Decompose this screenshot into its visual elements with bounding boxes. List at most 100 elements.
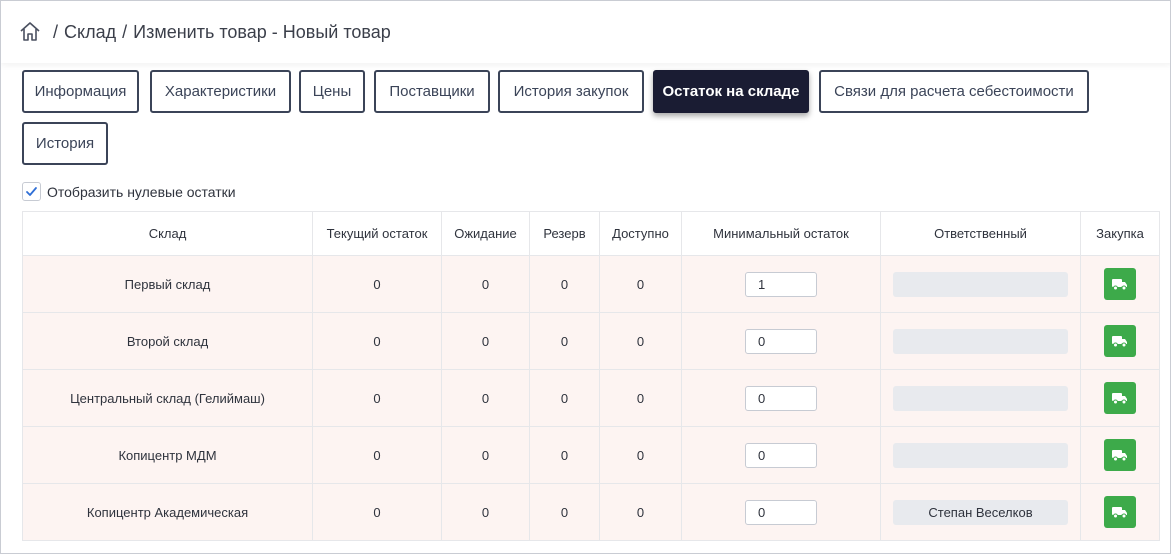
table-row: Центральный склад (Гелиймаш) 0 0 0 0 0	[22, 369, 1160, 427]
min-stock-input[interactable]: 0	[745, 328, 817, 354]
tab-characteristics[interactable]: Характеристики	[150, 70, 291, 113]
cell-min-stock: 0	[681, 483, 881, 541]
cell-waiting: 0	[441, 426, 530, 484]
cell-purchase	[1080, 312, 1160, 370]
truck-icon	[1112, 277, 1128, 291]
cell-reserve: 0	[529, 312, 600, 370]
cell-min-stock: 0	[681, 369, 881, 427]
min-stock-input[interactable]: 1	[745, 271, 817, 297]
cell-current: 0	[312, 312, 442, 370]
cell-warehouse: Копицентр МДМ	[22, 426, 313, 484]
cell-current: 0	[312, 369, 442, 427]
purchase-button[interactable]	[1104, 382, 1136, 414]
check-icon	[26, 187, 37, 196]
cell-available: 0	[599, 426, 682, 484]
truck-icon	[1112, 450, 1127, 462]
cell-responsible	[880, 255, 1081, 313]
truck-icon	[1112, 336, 1127, 348]
show-zero-toggle[interactable]: Отобразить нулевые остатки	[22, 182, 236, 201]
cell-reserve: 0	[529, 426, 600, 484]
min-stock-input[interactable]: 0	[745, 442, 817, 468]
home-icon[interactable]	[19, 20, 41, 42]
cell-waiting: 0	[441, 255, 530, 313]
cell-min-stock: 0	[681, 312, 881, 370]
cell-responsible	[880, 369, 1081, 427]
breadcrumb-item-edit-product: Изменить товар - Новый товар	[133, 21, 391, 42]
cell-responsible: Степан Веселков	[880, 483, 1081, 541]
show-zero-label: Отобразить нулевые остатки	[47, 183, 236, 200]
breadcrumb-separator: /	[122, 21, 128, 42]
col-header-warehouse: Склад	[22, 211, 313, 256]
cell-reserve: 0	[529, 369, 600, 427]
table-header-row: Склад Текущий остаток Ожидание Резерв До…	[22, 211, 1160, 256]
table-row: Первый склад 0 0 0 0 1	[22, 255, 1160, 313]
breadcrumb-separator: /	[53, 21, 59, 42]
cell-purchase	[1080, 483, 1160, 541]
tab-cost-links[interactable]: Связи для расчета себестоимости	[819, 70, 1089, 113]
cell-purchase	[1080, 255, 1160, 313]
show-zero-checkbox[interactable]	[22, 182, 41, 201]
cell-waiting: 0	[441, 369, 530, 427]
truck-icon	[1112, 334, 1128, 348]
tab-history[interactable]: История	[22, 122, 108, 165]
cell-current: 0	[312, 426, 442, 484]
cell-waiting: 0	[441, 483, 530, 541]
cell-purchase	[1080, 369, 1160, 427]
purchase-button[interactable]	[1104, 439, 1136, 471]
tab-stock[interactable]: Остаток на складе	[653, 70, 809, 113]
cell-available: 0	[599, 483, 682, 541]
tab-prices[interactable]: Цены	[299, 70, 365, 113]
responsible-select[interactable]	[893, 328, 1068, 354]
cell-responsible	[880, 312, 1081, 370]
truck-icon	[1112, 393, 1127, 405]
cell-responsible	[880, 426, 1081, 484]
truck-icon	[1112, 505, 1128, 519]
cell-current: 0	[312, 255, 442, 313]
cell-purchase	[1080, 426, 1160, 484]
min-stock-input[interactable]: 0	[745, 385, 817, 411]
truck-icon	[1112, 448, 1128, 462]
cell-min-stock: 1	[681, 255, 881, 313]
cell-warehouse: Копицентр Академическая	[22, 483, 313, 541]
cell-waiting: 0	[441, 312, 530, 370]
col-header-reserve: Резерв	[529, 211, 600, 256]
cell-available: 0	[599, 369, 682, 427]
responsible-select[interactable]: Степан Веселков	[893, 499, 1068, 525]
purchase-button[interactable]	[1104, 496, 1136, 528]
cell-warehouse: Второй склад	[22, 312, 313, 370]
truck-icon	[1112, 391, 1128, 405]
cell-warehouse: Первый склад	[22, 255, 313, 313]
header: / Склад / Изменить товар - Новый товар	[1, 1, 1170, 63]
table-row: Второй склад 0 0 0 0 0	[22, 312, 1160, 370]
col-header-waiting: Ожидание	[441, 211, 530, 256]
app-frame: / Склад / Изменить товар - Новый товар Инфо…	[0, 0, 1171, 554]
responsible-select[interactable]	[893, 385, 1068, 411]
cell-reserve: 0	[529, 255, 600, 313]
responsible-select[interactable]	[893, 271, 1068, 297]
col-header-purchase: Закупка	[1080, 211, 1160, 256]
tab-suppliers[interactable]: Поставщики	[374, 70, 490, 113]
table-row: Копицентр МДМ 0 0 0 0 0	[22, 426, 1160, 484]
col-header-available: Доступно	[599, 211, 682, 256]
tab-purchase-history[interactable]: История закупок	[498, 70, 644, 113]
truck-icon	[1112, 279, 1127, 291]
truck-icon	[1112, 507, 1127, 519]
cell-reserve: 0	[529, 483, 600, 541]
cell-current: 0	[312, 483, 442, 541]
col-header-responsible: Ответственный	[880, 211, 1081, 256]
cell-available: 0	[599, 312, 682, 370]
col-header-min-stock: Минимальный остаток	[681, 211, 881, 256]
breadcrumb: / Склад / Изменить товар - Новый товар	[47, 22, 391, 43]
stock-table: Склад Текущий остаток Ожидание Резерв До…	[22, 211, 1160, 541]
min-stock-input[interactable]: 0	[745, 499, 817, 525]
cell-available: 0	[599, 255, 682, 313]
breadcrumb-item-warehouse[interactable]: Склад	[64, 22, 116, 42]
cell-min-stock: 0	[681, 426, 881, 484]
table-row: Копицентр Академическая 0 0 0 0 0 Степан Весел…	[22, 483, 1160, 541]
purchase-button[interactable]	[1104, 268, 1136, 300]
responsible-select[interactable]	[893, 442, 1068, 468]
purchase-button[interactable]	[1104, 325, 1136, 357]
tab-info[interactable]: Информация	[22, 70, 139, 113]
cell-warehouse: Центральный склад (Гелиймаш)	[22, 369, 313, 427]
col-header-current: Текущий остаток	[312, 211, 442, 256]
